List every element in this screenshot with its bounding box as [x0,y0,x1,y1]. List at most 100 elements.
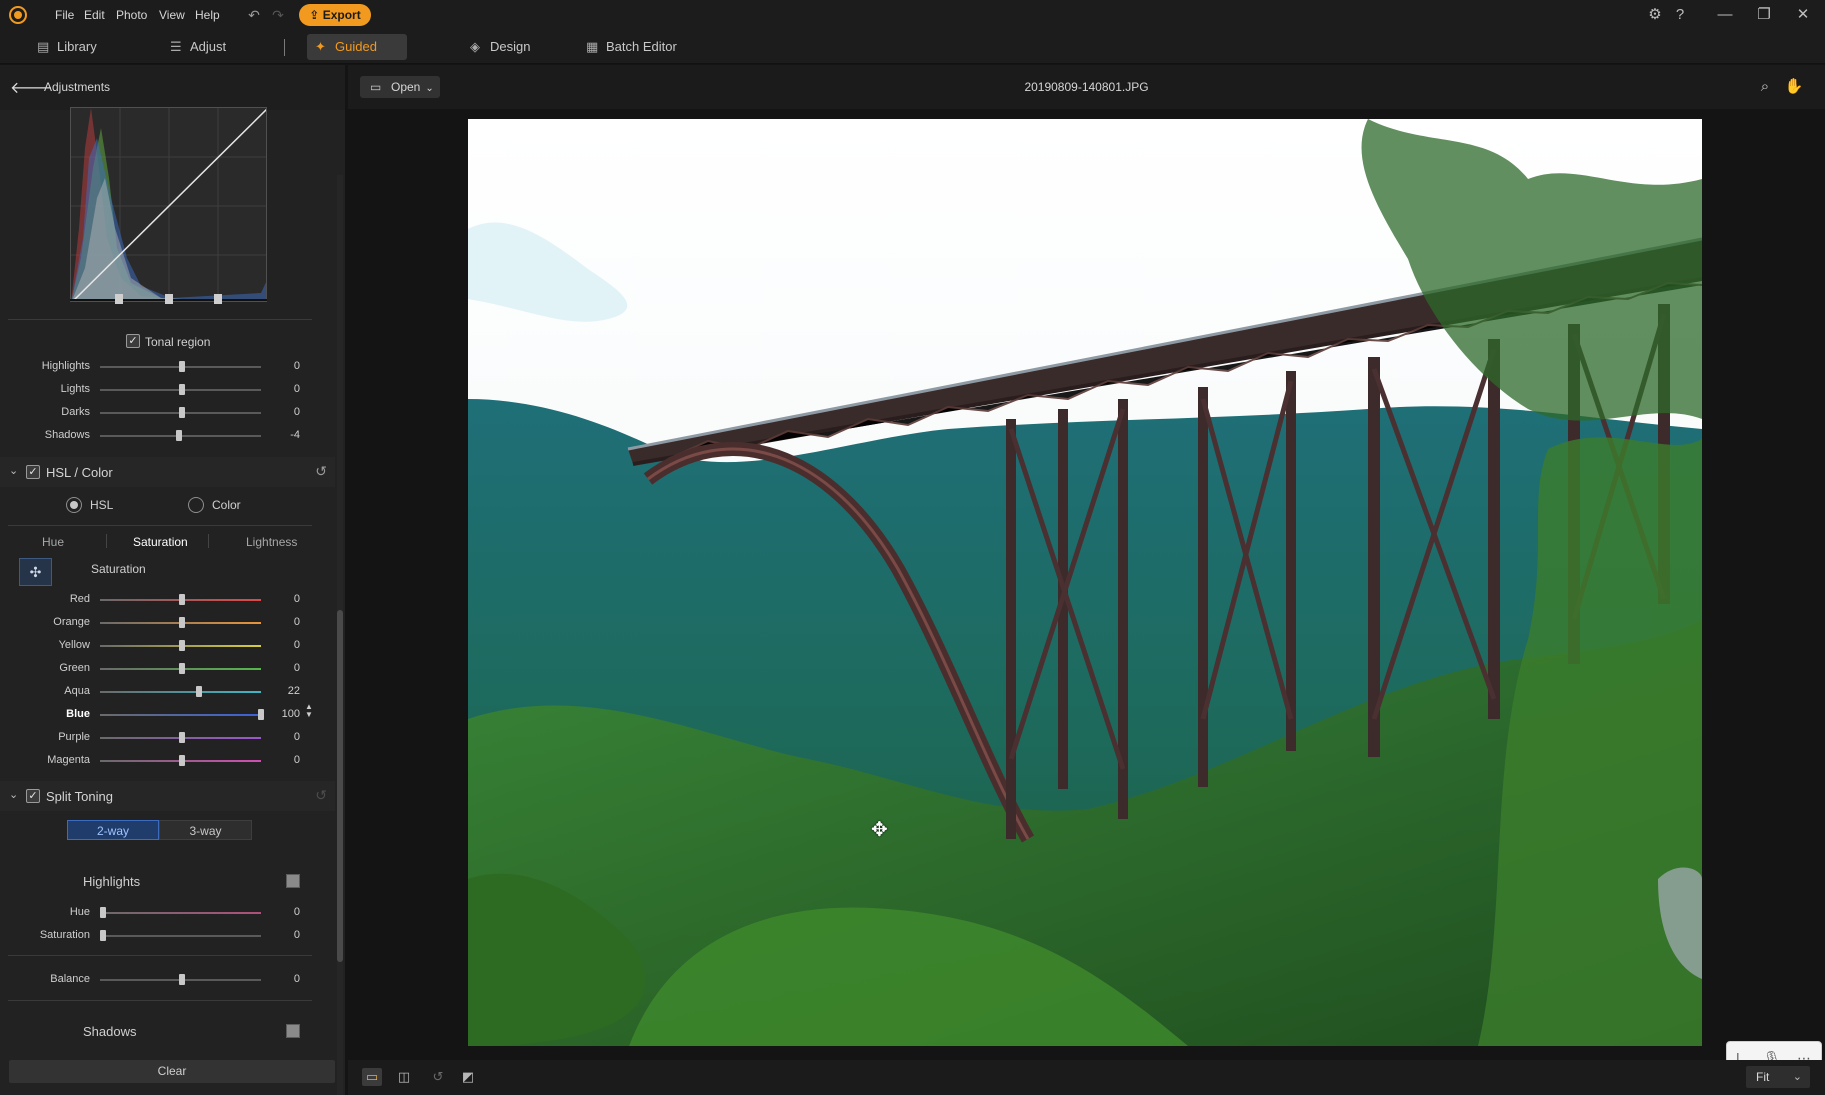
slider-thumb[interactable] [100,930,106,941]
slider-value[interactable]: 0 [260,754,300,766]
slider-value[interactable]: 0 [260,383,300,395]
slider-value[interactable]: 0 [260,906,300,918]
slider-row[interactable]: Highlights 0 [0,358,320,376]
shadows-color-swatch[interactable] [286,1024,300,1038]
slider-thumb[interactable] [179,732,185,743]
chevron-down-icon[interactable]: ⌄ [9,464,18,477]
curve-handle-shadows[interactable] [115,294,123,304]
slider-thumb[interactable] [179,384,185,395]
split-toning-checkbox[interactable]: ✓ [26,789,40,803]
slider-thumb[interactable] [175,430,182,441]
slider-value[interactable]: 0 [260,616,300,628]
redo-icon[interactable]: ↷ [269,6,287,24]
targeted-adjustment-tool-icon[interactable]: ✣ [19,558,52,586]
menu-photo[interactable]: Photo [116,0,147,30]
menu-view[interactable]: View [159,0,185,30]
slider-thumb[interactable] [179,755,185,766]
hand-icon[interactable]: ✋ [1784,77,1804,97]
slider-thumb[interactable] [179,361,185,372]
three-way-toggle[interactable]: 3-way [159,820,252,840]
curve-handle-midtones[interactable] [165,294,173,304]
slider-value[interactable]: 0 [260,360,300,372]
menu-help[interactable]: Help [195,0,220,30]
slider-track[interactable] [100,935,261,937]
slider-value[interactable]: 0 [260,406,300,418]
hsl-section-header[interactable]: ⌄ ✓ HSL / Color ↺ [0,457,335,487]
color-radio[interactable] [188,497,204,513]
split-toning-header[interactable]: ⌄ ✓ Split Toning ↺ [0,781,335,811]
hsl-enable-checkbox[interactable]: ✓ [26,465,40,479]
search-icon[interactable]: ⌕ [1755,77,1775,97]
slider-thumb[interactable] [179,640,185,651]
slider-row[interactable]: Saturation 0 [0,927,320,945]
tab-library[interactable]: ▤ Library [35,34,97,60]
curve-handle-highlights[interactable] [214,294,222,304]
slider-value[interactable]: 0 [260,973,300,985]
slider-thumb[interactable] [179,663,185,674]
slider-value[interactable]: 0 [260,929,300,941]
slider-row[interactable]: Aqua 22 [0,683,320,701]
subtab-saturation[interactable]: Saturation [133,535,188,549]
menu-file[interactable]: File [55,0,74,30]
tone-curve-histogram[interactable] [70,107,267,302]
slider-thumb[interactable] [179,407,185,418]
compare-icon[interactable]: ◩ [458,1068,478,1086]
slider-thumb[interactable] [196,686,203,697]
slider-row[interactable]: Green 0 [0,660,320,678]
slider-track[interactable] [100,912,261,914]
photo-canvas[interactable]: ✥ [468,119,1702,1046]
tab-design[interactable]: ◈ Design [468,34,530,60]
two-way-toggle[interactable]: 2-way [67,820,159,840]
tab-adjust[interactable]: ☰ Adjust [168,34,226,60]
slider-value[interactable]: 0 [260,662,300,674]
menu-edit[interactable]: Edit [84,0,105,30]
restore-button[interactable]: ❐ [1752,4,1776,26]
slider-thumb[interactable] [179,594,185,605]
slider-row[interactable]: Darks 0 [0,404,320,422]
slider-value[interactable]: 0 [260,593,300,605]
slider-value[interactable]: 0 [260,731,300,743]
slider-row[interactable]: Blue 100 [0,706,320,724]
hsl-radio[interactable] [66,497,82,513]
subtab-lightness[interactable]: Lightness [246,535,297,549]
slider-track[interactable] [100,691,261,693]
slider-value[interactable]: -4 [260,429,300,441]
history-icon[interactable]: ↺ [428,1068,448,1086]
tonal-region-checkbox[interactable]: ✓ [126,334,140,348]
slider-row[interactable]: Orange 0 [0,614,320,632]
slider-row[interactable]: Hue 0 [0,904,320,922]
close-button[interactable]: ✕ [1791,4,1815,26]
undo-icon[interactable]: ↶ [245,6,263,24]
chevron-down-icon[interactable]: ⌄ [9,788,18,801]
subtab-hue[interactable]: Hue [42,535,64,549]
export-button[interactable]: ⇪ Export [299,4,371,26]
settings-icon[interactable]: ⚙ [1643,4,1667,26]
slider-value[interactable]: 0 [260,639,300,651]
help-icon[interactable]: ? [1668,4,1692,26]
slider-row[interactable]: Red 0 [0,591,320,609]
slider-row[interactable]: Purple 0 [0,729,320,747]
slider-value[interactable]: 100 [260,708,300,720]
slider-row[interactable]: Magenta 0 [0,752,320,770]
tab-batch-editor[interactable]: ▦ Batch Editor [584,34,677,60]
slider-row[interactable]: Shadows -4 [0,427,320,445]
value-stepper-icon[interactable]: ▲ ▼ [305,703,313,719]
slider-thumb[interactable] [179,617,185,628]
split-view-icon[interactable]: ◫ [394,1068,414,1086]
slider-row[interactable]: Balance 0 [0,971,320,989]
slider-thumb[interactable] [100,907,106,918]
slider-row[interactable]: Yellow 0 [0,637,320,655]
single-view-icon[interactable]: ▭ [362,1068,382,1086]
reset-icon[interactable]: ↺ [315,463,327,480]
clear-button[interactable]: Clear [9,1060,335,1083]
highlights-color-swatch[interactable] [286,874,300,888]
slider-value[interactable]: 22 [260,685,300,697]
slider-thumb[interactable] [179,974,185,985]
slider-track[interactable] [100,714,261,716]
panel-scrollbar-thumb[interactable] [337,610,343,962]
minimize-button[interactable]: — [1713,4,1737,26]
slider-row[interactable]: Lights 0 [0,381,320,399]
tab-guided[interactable]: ✦ Guided [307,34,407,60]
reset-icon[interactable]: ↺ [315,787,327,804]
zoom-select[interactable]: Fit ⌄ [1746,1066,1810,1088]
